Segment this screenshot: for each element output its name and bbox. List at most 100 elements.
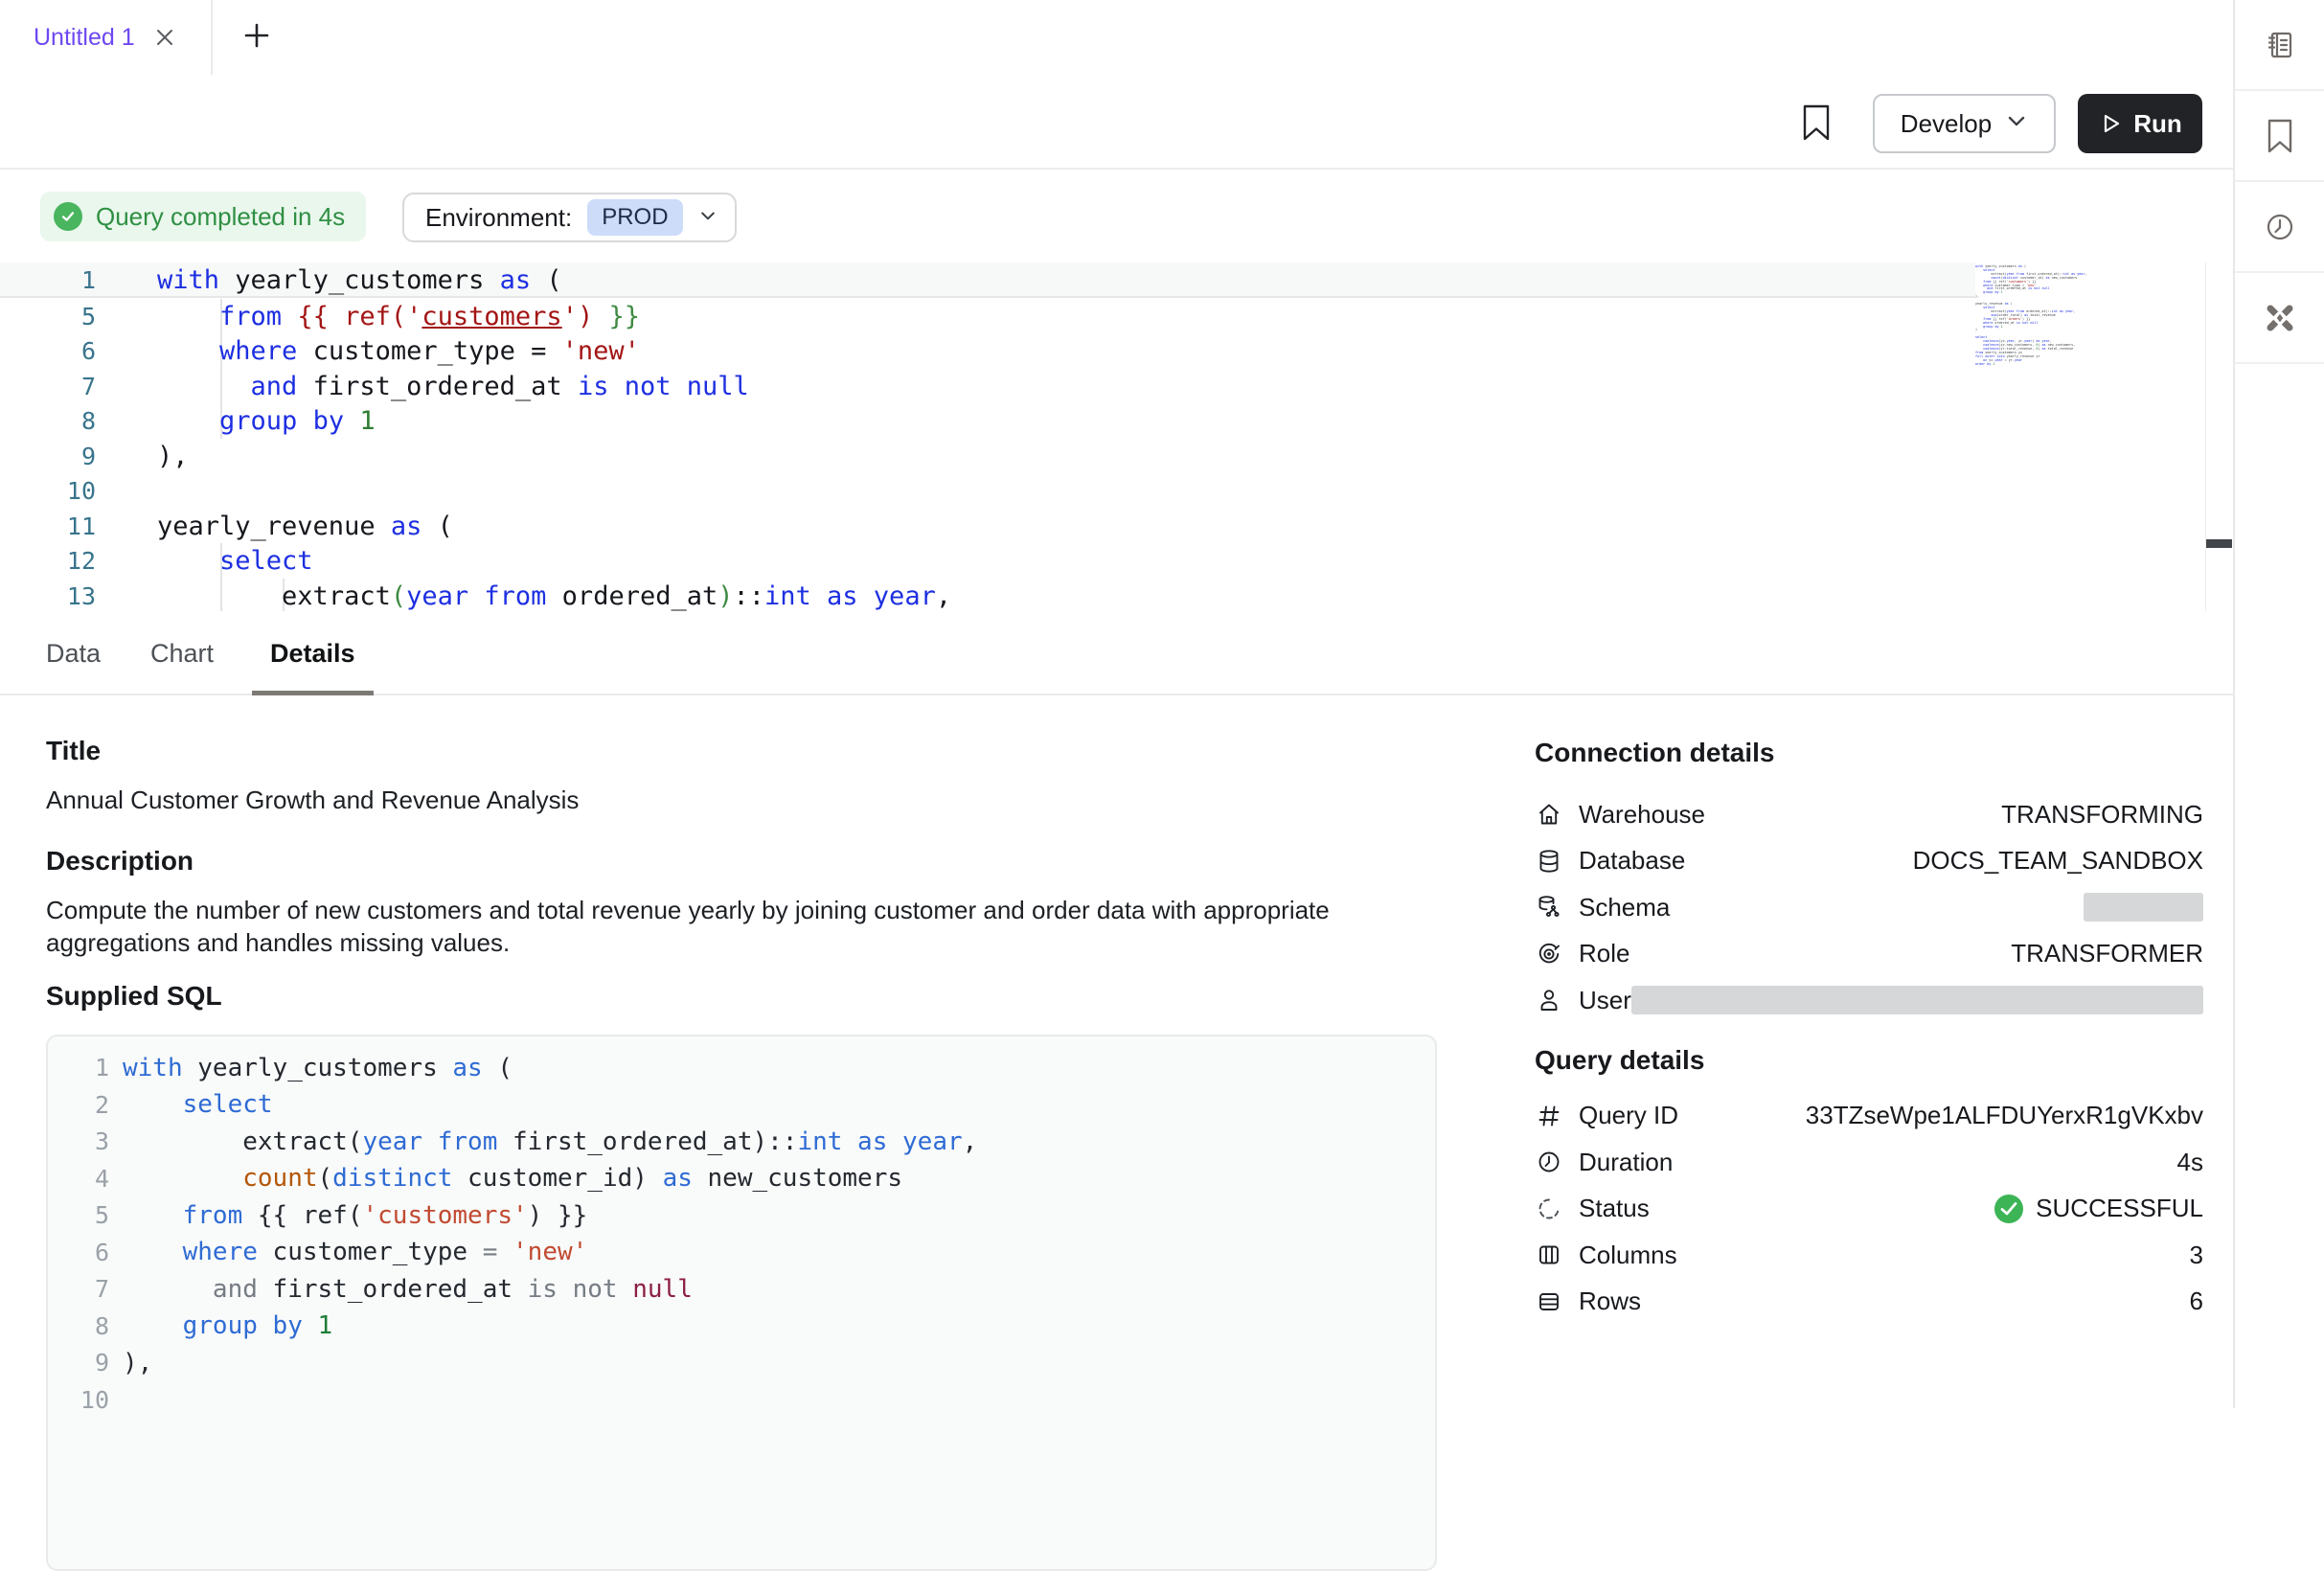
history-icon (2263, 210, 2297, 244)
editor-code-lines[interactable]: 5 from {{ ref('customers') }}6 where cus… (0, 299, 1975, 611)
code-line: 6 where customer_type = 'new' (67, 1234, 1416, 1271)
develop-dropdown[interactable]: Develop (1873, 94, 2056, 153)
line-number: 8 (67, 1312, 109, 1340)
details-panel: Title Annual Customer Growth and Revenue… (46, 734, 1440, 1571)
query-status-text: Query completed in 4s (96, 202, 345, 232)
detail-value: DOCS_TEAM_SANDBOX (1913, 846, 2203, 876)
description-heading: Description (46, 844, 1440, 878)
chevron-down-icon (2005, 109, 2028, 139)
tab-details[interactable]: Details (270, 611, 355, 695)
supplied-sql-heading: Supplied SQL (46, 979, 1440, 1013)
detail-value: TRANSFORMER (2011, 939, 2203, 968)
line-number: 7 (0, 373, 96, 400)
chevron-down-icon (698, 206, 718, 230)
detail-row-warehouse: WarehouseTRANSFORMING (1535, 791, 2203, 838)
line-number: 10 (67, 1386, 109, 1414)
editor-scrollbar-thumb[interactable] (2206, 539, 2232, 548)
detail-value: SUCCESSFUL (2036, 1194, 2203, 1223)
code-line: 1with yearly_customers as ( (67, 1050, 1416, 1087)
detail-row-rows: Rows 6 (1535, 1279, 2203, 1326)
code-line: 1with yearly_customers as ( (0, 262, 1975, 298)
columns-icon (1535, 1241, 1563, 1268)
active-tab-underline (252, 691, 374, 695)
detail-label: Rows (1579, 1286, 1641, 1316)
code-line: 10 (0, 474, 1975, 510)
line-number: 1 (0, 266, 96, 294)
code-line: 10 (67, 1381, 1416, 1419)
line-number: 9 (0, 443, 96, 470)
rail-button-dbt-logo[interactable] (2235, 273, 2324, 364)
dbt-logo-icon (2262, 300, 2298, 336)
code-line: 12 select (0, 544, 1975, 580)
sql-editor[interactable]: 1with yearly_customers as ( 5 from {{ re… (0, 262, 2233, 611)
title-value: Annual Customer Growth and Revenue Analy… (46, 784, 1440, 817)
line-number: 9 (67, 1349, 109, 1377)
description-value: Compute the number of new customers and … (46, 894, 1373, 960)
schema-icon (1535, 894, 1563, 921)
rail-button-notebook[interactable] (2235, 0, 2324, 91)
loader-icon (1535, 1195, 1563, 1222)
code-line: 11yearly_revenue as ( (0, 509, 1975, 544)
tab-title: Untitled 1 (34, 24, 135, 52)
tab-data[interactable]: Data (46, 611, 101, 695)
detail-row-query-id: Query ID33TZseWpe1ALFDUYerxR1gVKxbv (1535, 1093, 2203, 1140)
code-line: 5 from {{ ref('customers') }} (0, 299, 1975, 334)
connection-details-heading: Connection details (1535, 734, 2203, 772)
play-icon (2098, 111, 2123, 136)
rail-button-history[interactable] (2235, 182, 2324, 273)
close-icon[interactable] (152, 25, 177, 50)
line-number: 5 (0, 303, 96, 330)
user-icon (1535, 987, 1563, 1013)
detail-value: 6 (2190, 1286, 2203, 1316)
detail-row-schema: Schema (1535, 884, 2203, 931)
line-number: 3 (67, 1127, 109, 1155)
new-tab-button[interactable] (228, 0, 285, 75)
role-icon (1535, 941, 1563, 968)
bookmark-icon (2265, 118, 2295, 154)
environment-selector[interactable]: Environment: PROD (402, 193, 737, 242)
clock-icon (1535, 1149, 1563, 1175)
main-area: Untitled 1 Develop Run Q (0, 0, 2233, 1408)
line-number: 1 (67, 1054, 109, 1081)
query-details-rows: Query ID33TZseWpe1ALFDUYerxR1gVKxbvDurat… (1535, 1093, 2203, 1326)
develop-label: Develop (1901, 109, 1992, 139)
code-line: 7 and first_ordered_at is not null (0, 369, 1975, 404)
detail-value: 4s (2177, 1148, 2203, 1177)
code-line: 8 group by 1 (67, 1308, 1416, 1345)
success-check-icon (1994, 1194, 2024, 1224)
detail-row-columns: Columns3 (1535, 1232, 2203, 1279)
tab-untitled-1[interactable]: Untitled 1 (0, 0, 213, 75)
right-icon-rail (2233, 0, 2324, 1408)
run-button[interactable]: Run (2078, 94, 2202, 153)
editor-minimap[interactable]: with yearly_customers as ( select extrac… (1975, 265, 2094, 366)
detail-value: TRANSFORMING (2001, 800, 2203, 830)
detail-row-duration: Duration4s (1535, 1139, 2203, 1186)
line-number: 4 (67, 1165, 109, 1193)
bookmark-icon (1801, 129, 1832, 146)
result-tab-bar: Data Chart Details (0, 611, 2233, 695)
line-number: 2 (67, 1091, 109, 1119)
detail-label: Schema (1579, 893, 1670, 922)
editor-sticky-line[interactable]: 1with yearly_customers as ( (0, 262, 1975, 298)
warehouse-icon (1535, 801, 1563, 828)
hash-icon (1535, 1103, 1563, 1129)
detail-value: 33TZseWpe1ALFDUYerxR1gVKxbv (1806, 1101, 2203, 1130)
tab-chart[interactable]: Chart (150, 611, 214, 695)
bookmark-button[interactable] (1801, 103, 1834, 142)
detail-value: 3 (2190, 1241, 2203, 1270)
connection-details-rows: WarehouseTRANSFORMINGDatabaseDOCS_TEAM_S… (1535, 791, 2203, 1024)
code-line: 7 and first_ordered_at is not null (67, 1271, 1416, 1309)
environment-label: Environment: (425, 203, 572, 233)
detail-label: Status (1579, 1194, 1650, 1223)
code-line: 9), (0, 439, 1975, 474)
code-line: 9), (67, 1345, 1416, 1382)
supplied-sql-block: 1with yearly_customers as (2 select3 ext… (46, 1035, 1437, 1571)
database-icon (1535, 848, 1563, 875)
rows-icon (1535, 1288, 1563, 1315)
rail-button-bookmark[interactable] (2235, 91, 2324, 182)
environment-value-badge: PROD (587, 199, 682, 236)
editor-scrollbar-track (2205, 262, 2206, 611)
line-number: 5 (67, 1201, 109, 1229)
line-number: 12 (0, 547, 96, 575)
line-number: 13 (0, 582, 96, 610)
